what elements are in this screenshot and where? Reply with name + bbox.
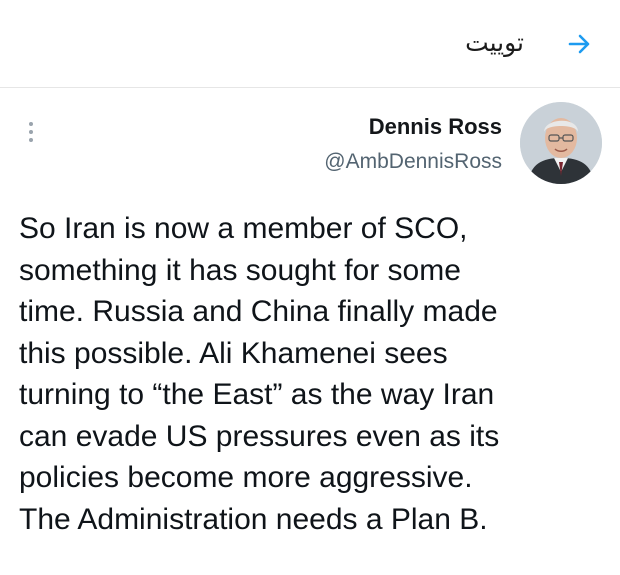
menu-dot [29, 122, 33, 126]
tweet-text: So Iran is now a member of SCO, somethin… [19, 208, 604, 540]
author-handle[interactable]: @AmbDennisRoss [324, 150, 502, 174]
tweet-text-line: can evade US pressures even as its [19, 419, 500, 453]
menu-dot [29, 130, 33, 134]
more-vertical-icon[interactable] [20, 118, 42, 146]
author-display-name[interactable]: Dennis Ross [369, 114, 502, 140]
top-bar: توییت [0, 0, 620, 88]
tweet-text-line: this possible. Ali Khamenei sees [19, 336, 448, 370]
avatar-portrait-icon [520, 102, 602, 184]
tweet-text-line: policies become more aggressive. [19, 461, 473, 494]
menu-dot [29, 138, 33, 142]
tweet-text-line: So Iran is now a member of SCO, [19, 212, 468, 245]
page-title: توییت [465, 28, 524, 57]
tweet-text-line: The Administration needs a Plan B. [19, 502, 488, 536]
arrow-right-icon [568, 34, 590, 54]
back-button[interactable] [562, 26, 598, 62]
tweet-text-line: something it has sought for some [19, 253, 461, 287]
tweet-text-line: time. Russia and China finally made [19, 295, 498, 328]
tweet-text-line: turning to “the East” as the way Iran [19, 378, 495, 411]
avatar[interactable] [520, 102, 602, 184]
